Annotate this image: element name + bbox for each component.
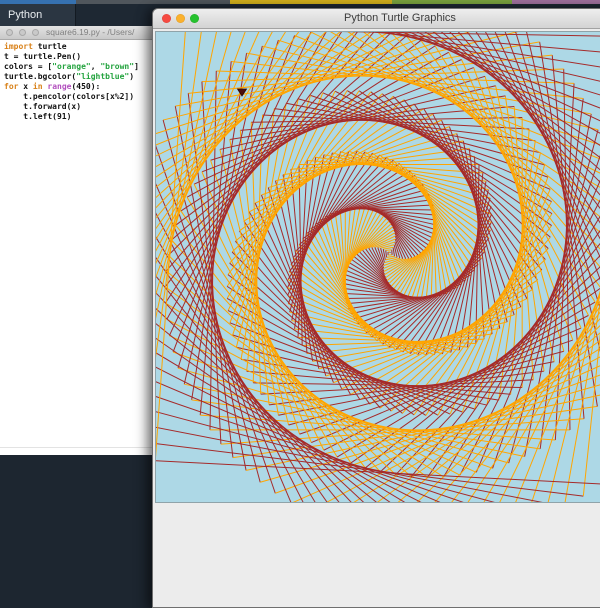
editor-window-title: square6.19.py - /Users/ — [46, 26, 134, 39]
code-line: t.forward(x) — [4, 102, 152, 112]
code-line: t = turtle.Pen() — [4, 52, 152, 62]
editor-window: square6.19.py - /Users/ import turtlet =… — [0, 26, 152, 455]
tab-python[interactable]: Python — [0, 4, 76, 26]
editor-bottom-divider — [0, 447, 152, 448]
tab-python-label: Python — [8, 9, 42, 21]
turtle-window-titlebar[interactable]: Python Turtle Graphics — [153, 9, 600, 29]
editor-zoom-button[interactable] — [32, 29, 39, 36]
editor-close-button[interactable] — [6, 29, 13, 36]
code-line: for x in range(450): — [4, 82, 152, 92]
code-line: colors = ["orange", "brown"] — [4, 62, 152, 72]
code-line: import turtle — [4, 42, 152, 52]
turtle-canvas — [155, 31, 600, 503]
code-line: t.pencolor(colors[x%2]) — [4, 92, 152, 102]
turtle-graphics-window: Python Turtle Graphics — [152, 8, 600, 608]
code-line: turtle.bgcolor("lightblue") — [4, 72, 152, 82]
editor-titlebar: square6.19.py - /Users/ — [0, 26, 152, 40]
screen: { "top_strips": { "blue": "#3671b0", "gr… — [0, 0, 600, 455]
code-line: t.left(91) — [4, 112, 152, 122]
editor-minimize-button[interactable] — [19, 29, 26, 36]
code-editor-area[interactable]: import turtlet = turtle.Pen()colors = ["… — [0, 40, 152, 455]
turtle-window-title: Python Turtle Graphics — [153, 9, 600, 28]
